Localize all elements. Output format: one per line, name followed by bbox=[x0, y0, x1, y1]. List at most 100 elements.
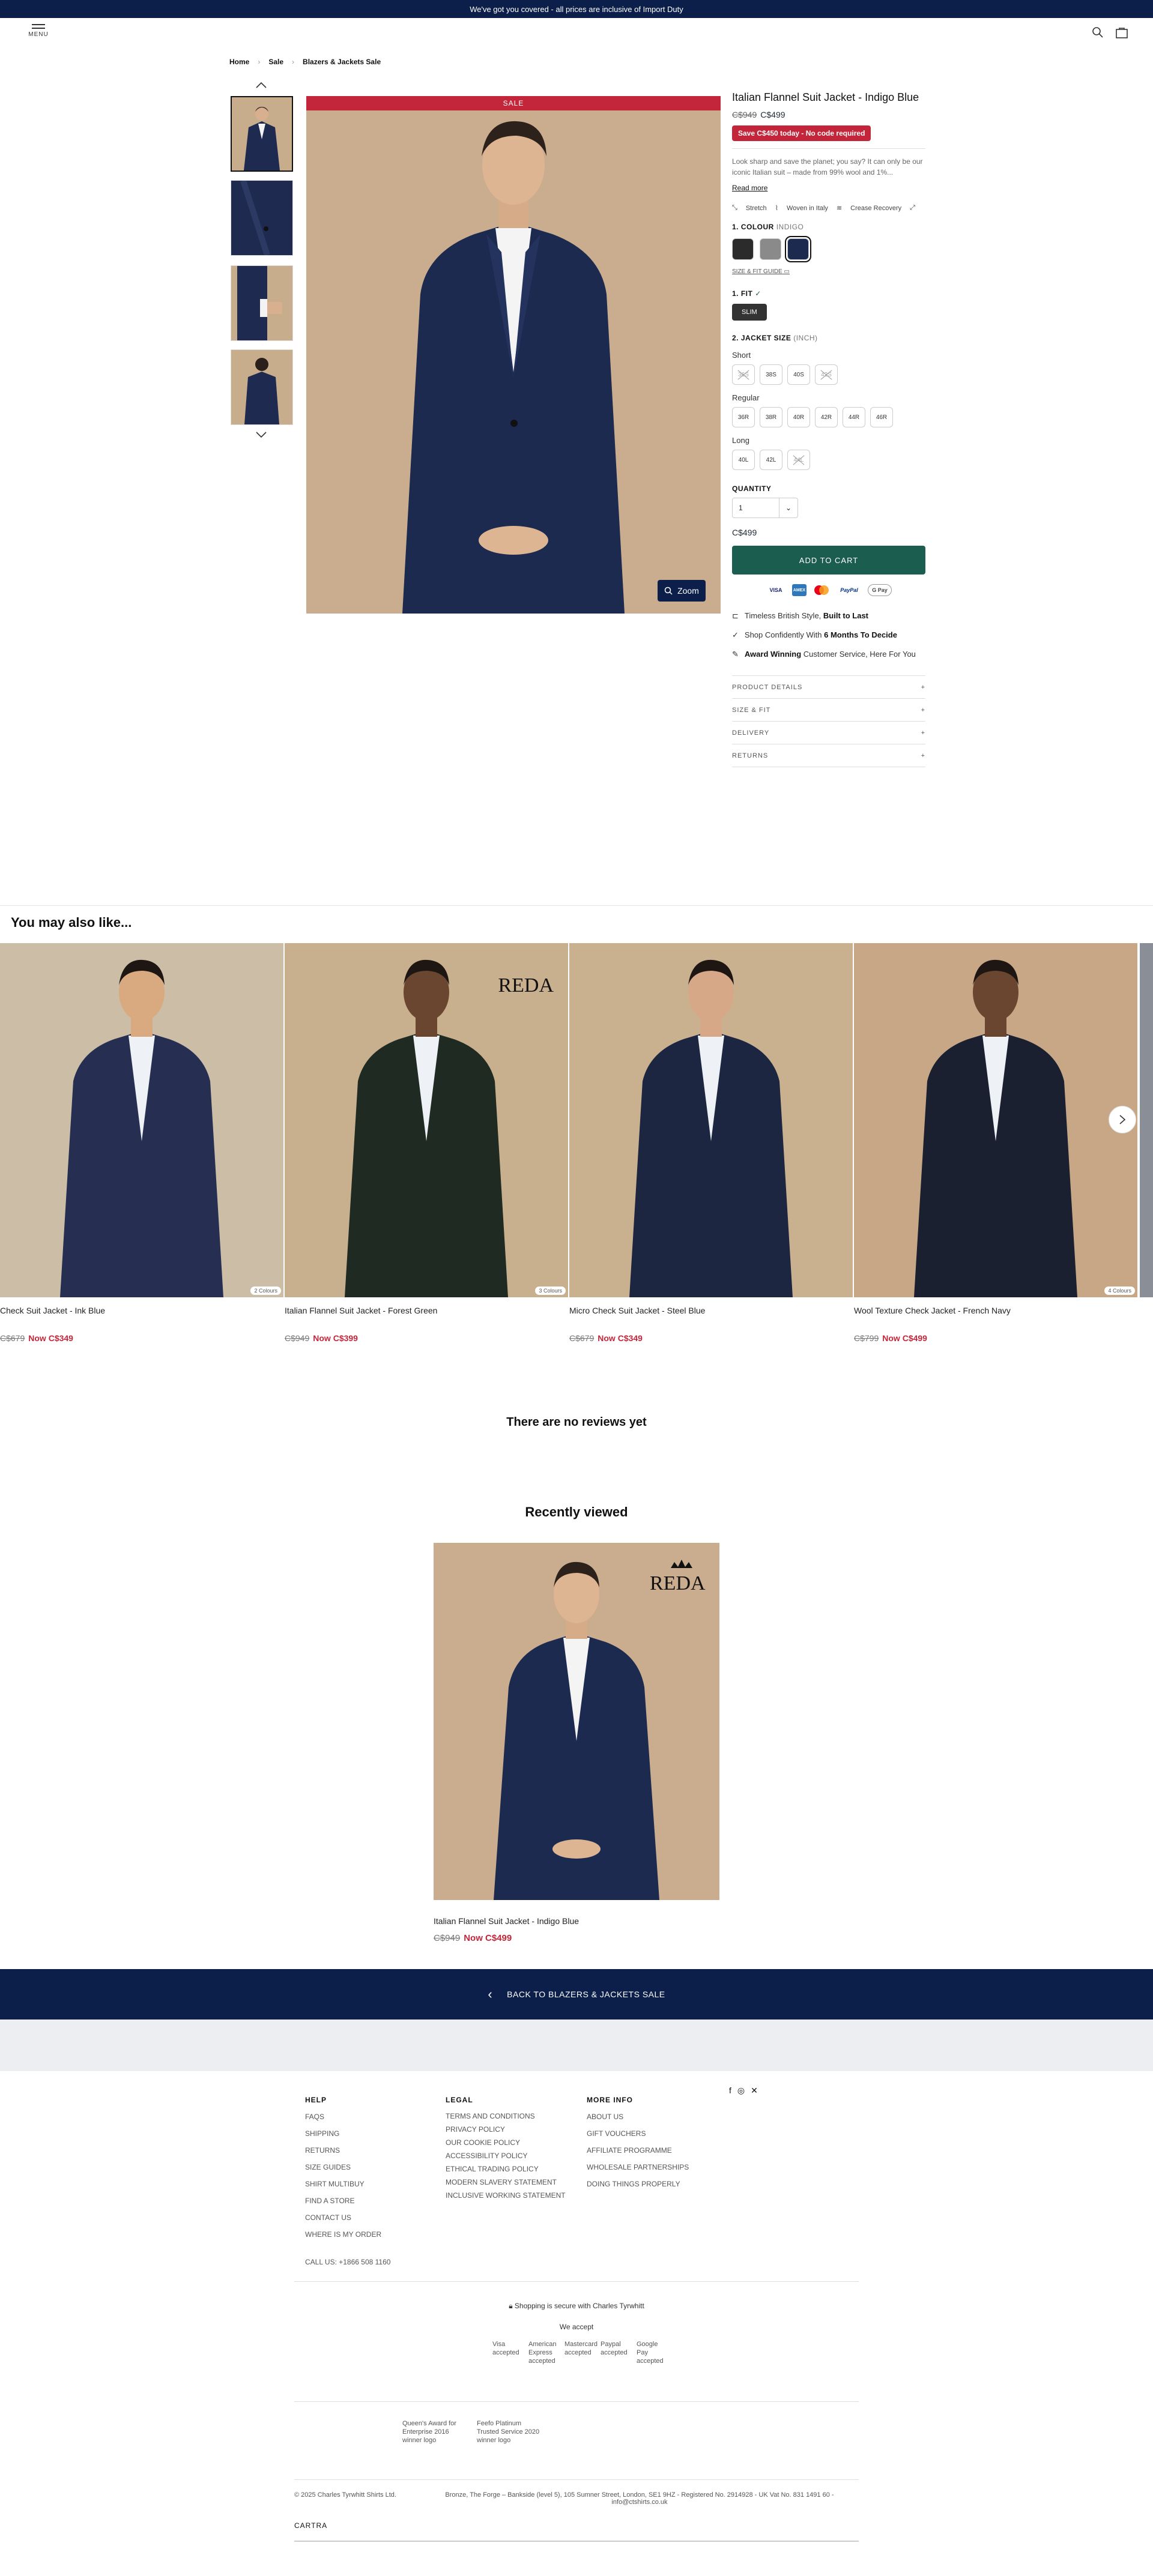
cartra-link[interactable]: CARTRA bbox=[294, 2521, 327, 2530]
footer-link[interactable]: ACCESSIBILITY POLICY bbox=[446, 2152, 566, 2161]
main-product-image[interactable] bbox=[306, 96, 721, 614]
size-option[interactable]: 42S bbox=[815, 364, 838, 385]
size-guide-link[interactable]: SIZE & FIT GUIDE ▭ bbox=[732, 268, 925, 275]
old-price: C$949 bbox=[732, 110, 757, 119]
chevron-right-icon bbox=[1119, 1115, 1126, 1124]
footer-link[interactable]: INCLUSIVE WORKING STATEMENT bbox=[446, 2191, 566, 2200]
chevron-up-icon[interactable] bbox=[252, 79, 270, 91]
thumbnail-2[interactable] bbox=[231, 180, 293, 256]
product-card-image[interactable] bbox=[569, 943, 853, 1297]
accordion-size-fit[interactable]: SIZE & FIT + bbox=[732, 699, 925, 722]
recent-product-name[interactable]: Italian Flannel Suit Jacket - Indigo Blu… bbox=[434, 1916, 579, 1926]
instagram-icon[interactable]: ◎ bbox=[737, 2086, 745, 2096]
footer-link[interactable]: SIZE GUIDES bbox=[305, 2159, 390, 2176]
footer-link[interactable]: WHERE IS MY ORDER bbox=[305, 2226, 390, 2243]
swatch-indigo[interactable] bbox=[785, 236, 811, 262]
footer-link[interactable]: AFFILIATE PROGRAMME bbox=[587, 2142, 689, 2159]
usp2-bold: 6 Months To Decide bbox=[824, 630, 897, 639]
product-card-price: C$679 Now C$349 bbox=[569, 1333, 853, 1343]
twitter-icon[interactable]: ✕ bbox=[751, 2086, 758, 2096]
size-option[interactable]: 46R bbox=[870, 407, 893, 427]
footer-link[interactable]: ABOUT US bbox=[587, 2108, 689, 2125]
product-card-image[interactable]: 2 Colours bbox=[0, 943, 283, 1297]
product-card-name[interactable]: Check Suit Jacket - Ink Blue bbox=[0, 1306, 283, 1315]
swatch-charcoal[interactable] bbox=[732, 238, 754, 260]
product-card[interactable]: 4 Colours Wool Texture Check Jacket - Fr… bbox=[854, 943, 1137, 1343]
accordion-delivery[interactable]: DELIVERY + bbox=[732, 722, 925, 744]
footer-link[interactable]: TERMS AND CONDITIONS bbox=[446, 2112, 566, 2121]
colours-badge[interactable]: 2 Colours bbox=[250, 1286, 281, 1295]
colours-badge[interactable]: 3 Colours bbox=[535, 1286, 566, 1295]
thumbnail-4[interactable] bbox=[231, 349, 293, 425]
breadcrumb-sale[interactable]: Sale bbox=[268, 58, 283, 66]
footer-link[interactable]: ETHICAL TRADING POLICY bbox=[446, 2165, 566, 2174]
feature-crease: Crease Recovery bbox=[850, 204, 902, 212]
footer-link[interactable]: FIND A STORE bbox=[305, 2192, 390, 2209]
fit-slim-button[interactable]: SLIM bbox=[732, 304, 767, 321]
size-option[interactable]: 36S bbox=[732, 364, 755, 385]
gpay-alt: Google Pay accepted bbox=[637, 2341, 664, 2365]
recent-product-image[interactable]: REDA bbox=[434, 1543, 719, 1900]
add-to-cart-button[interactable]: ADD TO CART bbox=[732, 546, 925, 575]
site-header bbox=[0, 18, 1153, 50]
product-card-price: C$679 Now C$349 bbox=[0, 1333, 283, 1343]
footer-link[interactable]: DOING THINGS PROPERLY bbox=[587, 2176, 689, 2192]
facebook-icon[interactable]: f bbox=[729, 2086, 731, 2096]
product-card[interactable]: 2 Colours Check Suit Jacket - Ink Blue C… bbox=[0, 943, 283, 1343]
breadcrumb-home[interactable]: Home bbox=[229, 58, 249, 66]
now-price: Now C$499 bbox=[882, 1333, 927, 1343]
bag-icon[interactable] bbox=[1115, 25, 1129, 40]
footer-link[interactable]: RETURNS bbox=[305, 2142, 390, 2159]
expand-icon[interactable]: ⤢ bbox=[910, 204, 915, 212]
size-option[interactable]: 36R bbox=[732, 407, 755, 427]
product-card-image[interactable]: REDA 3 Colours bbox=[285, 943, 568, 1297]
footer-link[interactable]: PRIVACY POLICY bbox=[446, 2125, 566, 2134]
size-option[interactable]: 38R bbox=[760, 407, 782, 427]
recent-now-price: Now C$499 bbox=[464, 1933, 512, 1943]
sale-label: SALE bbox=[503, 99, 524, 107]
footer-link[interactable]: SHIRT MULTIBUY bbox=[305, 2176, 390, 2192]
carousel-next-button[interactable] bbox=[1109, 1106, 1136, 1133]
product-card-name[interactable]: Micro Check Suit Jacket - Steel Blue bbox=[569, 1306, 853, 1315]
plus-icon: + bbox=[921, 752, 925, 759]
product-card[interactable]: REDA 3 Colours Italian Flannel Suit Jack… bbox=[285, 943, 568, 1343]
accordion-returns[interactable]: RETURNS + bbox=[732, 744, 925, 767]
thumbnail-1[interactable] bbox=[231, 96, 293, 172]
back-to-category-button[interactable]: ‹ BACK TO BLAZERS & JACKETS SALE bbox=[0, 1969, 1153, 2019]
size-option[interactable]: 40R bbox=[787, 407, 810, 427]
colours-badge[interactable]: 4 Colours bbox=[1104, 1286, 1135, 1295]
footer-link[interactable]: GIFT VOUCHERS bbox=[587, 2125, 689, 2142]
product-card-name[interactable]: Italian Flannel Suit Jacket - Forest Gre… bbox=[285, 1306, 568, 1315]
size-option[interactable]: 44L bbox=[787, 450, 810, 470]
plus-icon: + bbox=[921, 706, 925, 714]
size-option[interactable]: 40L bbox=[732, 450, 755, 470]
footer-link[interactable]: WHOLESALE PARTNERSHIPS bbox=[587, 2159, 689, 2176]
size-option[interactable]: 38S bbox=[760, 364, 782, 385]
footer-link[interactable]: FAQS bbox=[305, 2108, 390, 2125]
menu-button[interactable]: MENU bbox=[26, 24, 50, 48]
product-card[interactable]: Micro Check Suit Jacket - Steel Blue C$6… bbox=[569, 943, 853, 1343]
size-option[interactable]: 42R bbox=[815, 407, 838, 427]
size-option[interactable]: 42L bbox=[760, 450, 782, 470]
footer-link[interactable]: SHIPPING bbox=[305, 2125, 390, 2142]
quantity-select[interactable]: 1 ⌄ bbox=[732, 498, 798, 518]
chevron-down-icon[interactable] bbox=[252, 429, 270, 441]
footer-link[interactable]: OUR COOKIE POLICY bbox=[446, 2138, 566, 2147]
accordion-product-details[interactable]: PRODUCT DETAILS + bbox=[732, 676, 925, 699]
footer-call[interactable]: CALL US: +1866 508 1160 bbox=[305, 2254, 390, 2270]
swatch-grey[interactable] bbox=[760, 238, 781, 260]
read-more-link[interactable]: Read more bbox=[732, 184, 767, 192]
footer-link[interactable]: CONTACT US bbox=[305, 2209, 390, 2226]
crease-icon: ≋ bbox=[836, 205, 843, 212]
size-option[interactable]: 44R bbox=[843, 407, 865, 427]
search-icon[interactable] bbox=[1091, 25, 1105, 40]
product-card-name[interactable]: Wool Texture Check Jacket - French Navy bbox=[854, 1306, 1137, 1315]
zoom-button[interactable]: Zoom bbox=[658, 580, 706, 602]
footer-link[interactable]: MODERN SLAVERY STATEMENT bbox=[446, 2178, 566, 2187]
breadcrumb-blazers[interactable]: Blazers & Jackets Sale bbox=[303, 58, 381, 66]
thumbnail-3[interactable] bbox=[231, 265, 293, 341]
divider bbox=[732, 148, 925, 149]
size-option[interactable]: 40S bbox=[787, 364, 810, 385]
product-card-image[interactable]: 4 Colours bbox=[854, 943, 1137, 1297]
footer-legal-links: TERMS AND CONDITIONS PRIVACY POLICY OUR CO… bbox=[446, 2112, 566, 2200]
